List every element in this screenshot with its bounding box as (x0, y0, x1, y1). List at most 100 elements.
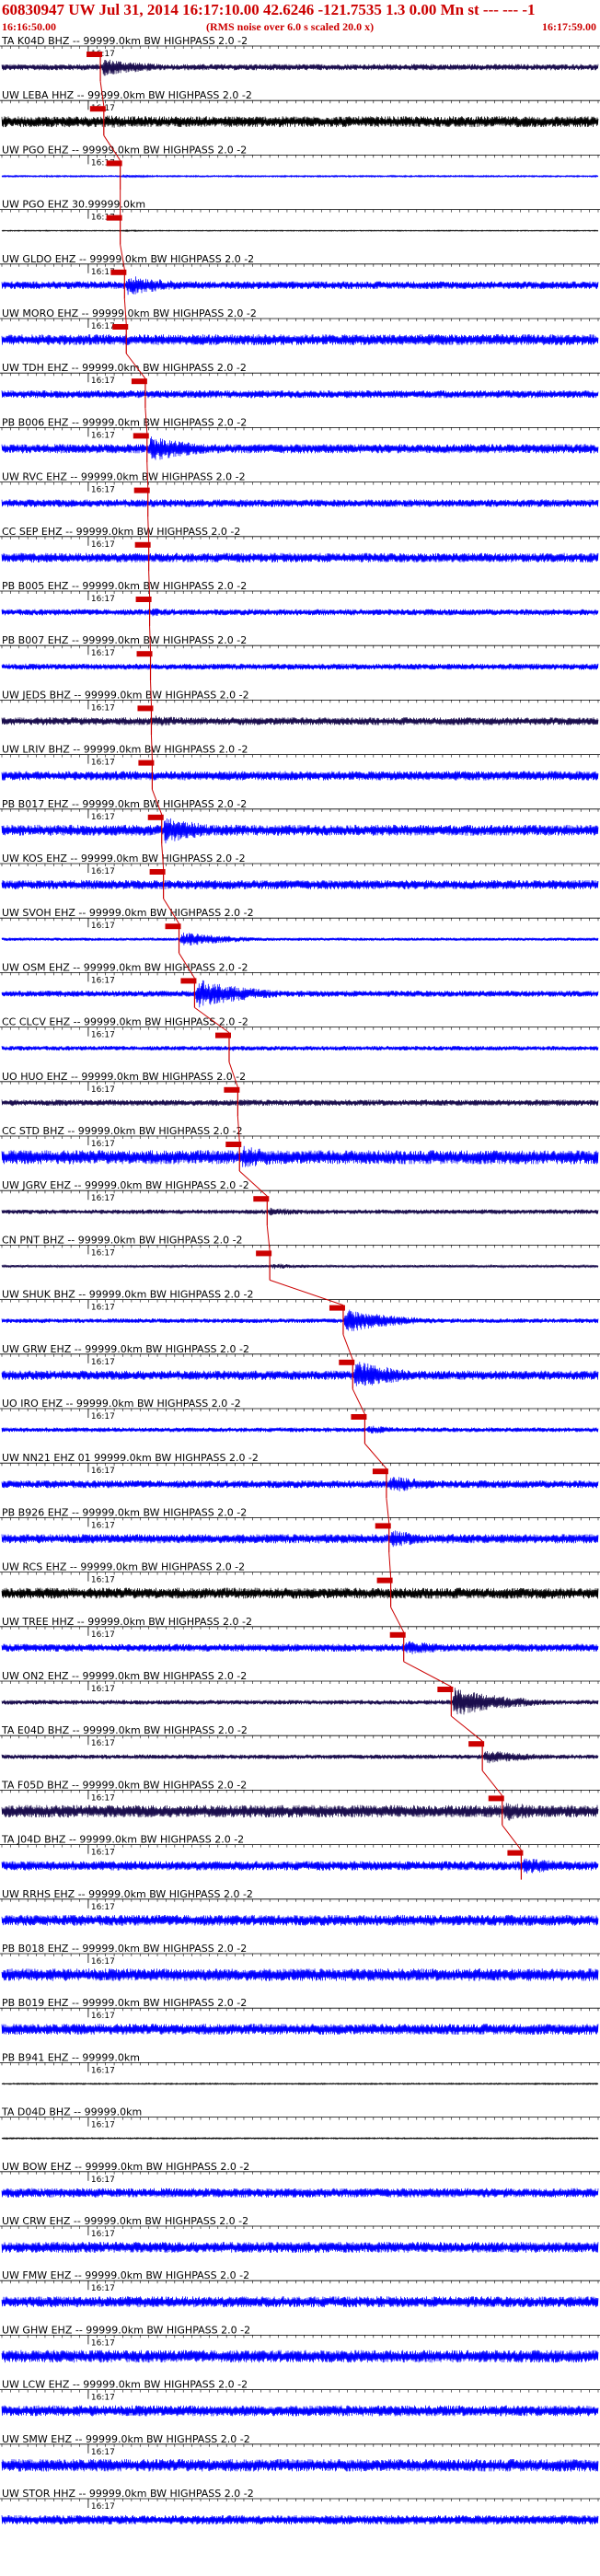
trace-34: 16:17 TA J04D BHZ -- 99999.0km BW HIGHPAS… (0, 1825, 600, 1880)
trace-41: 16:17 UW CRW EHZ -- 99999.0km BW HIGHPASS… (0, 2215, 600, 2253)
trace-15: 16:17 PB B017 EHZ -- 99999.0km BW HIGHPAS… (0, 789, 600, 844)
trace-label: TA J04D BHZ -- 99999.0km BW HIGHPASS 2.0… (1, 1834, 244, 1846)
minute-tick-label: 16:17 (91, 540, 115, 550)
minute-tick-label: 16:17 (91, 867, 115, 876)
moveout-line (150, 680, 152, 706)
minute-tick-label: 16:17 (91, 1140, 115, 1149)
minute-tick-label: 16:17 (91, 1630, 115, 1640)
waveform (1, 1858, 599, 1874)
trace-10: 16:17 CC SEP EHZ -- 99999.0km BW HIGHPASS… (0, 516, 600, 572)
minute-tick-label: 16:17 (91, 1685, 115, 1694)
minute-tick-label: 16:17 (91, 431, 115, 440)
trace-11: 16:17 PB B005 EHZ -- 99999.0km BW HIGHPAS… (0, 571, 600, 626)
trace-label: CN PNT BHZ -- 99999.0km BW HIGHPASS 2.0 … (2, 1234, 243, 1246)
waveform (1, 334, 599, 345)
trace-label: UW RRHS EHZ -- 99999.0km BW HIGHPASS 2.0… (2, 1888, 253, 1900)
minute-tick-label: 16:17 (91, 1085, 115, 1095)
minute-tick-label: 16:17 (91, 377, 115, 386)
trace-18: 16:17 UW OSM EHZ -- 99999.0km BW HIGHPASS… (0, 952, 600, 1008)
trace-label: TA D04D BHZ -- 99999.0km (1, 2106, 142, 2118)
trace-label: TA E04D BHZ -- 99999.0km BW HIGHPASS 2.0… (1, 1724, 248, 1736)
trace-label: UW BOW EHZ -- 99999.0km BW HIGHPASS 2.0 … (2, 2161, 249, 2173)
trace-label: UW TREE HHZ -- 99999.0km BW HIGHPASS 2.0… (2, 1616, 252, 1628)
event-title: 60830947 UW Jul 31, 2014 16:17:10.00 42.… (2, 1, 536, 18)
waveform (1, 879, 599, 890)
minute-tick-label: 16:17 (91, 1521, 115, 1530)
trace-42: 16:17 UW FMW EHZ -- 99999.0km BW HIGHPASS… (0, 2269, 600, 2308)
trace-label: PB B018 EHZ -- 99999.0km BW HIGHPASS 2.0… (2, 1943, 247, 1955)
waveform (1, 1099, 599, 1107)
trace-label: UW JGRV EHZ -- 99999.0km BW HIGHPASS 2.0… (2, 1179, 249, 1191)
minute-tick-label: 16:17 (91, 1467, 115, 1476)
waveform (1, 552, 599, 563)
moveout-line (147, 516, 150, 542)
trace-35: 16:17 UW RRHS EHZ -- 99999.0km BW HIGHPAS… (0, 1888, 600, 1926)
plot-header: 60830947 UW Jul 31, 2014 16:17:10.00 42.… (0, 0, 600, 37)
trace-26: 16:17 UO IRO EHZ -- 99999.0km BW HIGHPASS… (0, 1388, 600, 1444)
minute-tick-label: 16:17 (91, 2230, 115, 2239)
minute-tick-label: 16:17 (91, 1957, 115, 1967)
waveform (1, 1145, 599, 1167)
waveform (1, 499, 599, 508)
waveform (1, 818, 599, 844)
trace-24: 16:17 UW SHUK BHZ -- 99999.0km BW HIGHPAS… (0, 1279, 600, 1335)
waveform (1, 2296, 599, 2308)
trace-46: 16:17 UW STOR HHZ -- 99999.0km BW HIGHPAS… (0, 2488, 600, 2525)
waveform (1, 663, 599, 670)
trace-36: 16:17 PB B018 EHZ -- 99999.0km BW HIGHPAS… (0, 1943, 600, 1981)
minute-tick-label: 16:17 (91, 813, 115, 822)
trace-label: UW CRW EHZ -- 99999.0km BW HIGHPASS 2.0 … (2, 2215, 248, 2227)
trace-6: 16:17 UW MORO EHZ -- 99999.0km BW HIGHPAS… (0, 298, 600, 354)
trace-29: 16:17 UW RCS EHZ -- 99999.0km BW HIGHPASS… (0, 1552, 600, 1607)
start-time-label: 16:16:50.00 (2, 20, 56, 33)
moveout-line (388, 1552, 392, 1578)
minute-tick-label: 16:17 (91, 2066, 115, 2075)
trace-5: 16:17UW GLDO EHZ -- 99999.0km BW HIGHPAS… (0, 244, 600, 299)
waveform (1, 2136, 599, 2141)
trace-label: UW LCW EHZ -- 99999.0km BW HIGHPASS 2.0 … (2, 2379, 248, 2391)
waveform (1, 1914, 599, 1926)
waveform (1, 1309, 599, 1331)
trace-label: UW PGO EHZ 30.99999.0km (2, 199, 145, 211)
trace-7: 16:17 UW TDH EHZ -- 99999.0km BW HIGHPASS… (0, 353, 600, 409)
minute-tick-label: 16:17 (91, 649, 115, 658)
trace-14: 16:17 UW LRIV BHZ -- 99999.0km BW HIGHPAS… (0, 735, 600, 790)
minute-tick-label: 16:17 (91, 2502, 115, 2512)
waveform (1, 2405, 599, 2417)
waveform (1, 389, 599, 399)
minute-tick-label: 16:17 (91, 1304, 115, 1313)
minute-tick-label: 16:17 (91, 976, 115, 985)
moveout-line (451, 1715, 483, 1742)
trace-43: 16:17 UW GHW EHZ -- 99999.0km BW HIGHPASS… (0, 2324, 600, 2363)
minute-tick-label: 16:17 (91, 2176, 115, 2185)
waveform (1, 1045, 599, 1051)
waveform (1, 715, 599, 726)
trace-label: UW GRW EHZ -- 99999.0km BW HIGHPASS 2.0 … (2, 1343, 249, 1355)
moveout-line (352, 1388, 365, 1415)
trace-label: PB B007 EHZ -- 99999.0km BW HIGHPASS 2.0… (2, 634, 247, 646)
moveout-line (266, 1225, 271, 1251)
trace-17: 16:17 UW SVOH EHZ -- 99999.0km BW HIGHPAS… (0, 898, 600, 954)
trace-label: PB B005 EHZ -- 99999.0km BW HIGHPASS 2.0… (2, 580, 247, 592)
minute-tick-label: 16:17 (91, 2394, 115, 2403)
minute-tick-label: 16:17 (91, 1739, 115, 1748)
trace-label: UW OSM EHZ -- 99999.0km BW HIGHPASS 2.0 … (2, 961, 248, 973)
trace-23: 16:17 CN PNT BHZ -- 99999.0km BW HIGHPASS… (0, 1225, 600, 1281)
trace-19: 16:17 CC CLCV EHZ -- 99999.0km BW HIGHPAS… (0, 1006, 600, 1062)
trace-label: CC CLCV EHZ -- 99999.0km BW HIGHPASS 2.0… (2, 1016, 248, 1028)
minute-tick-label: 16:17 (91, 1903, 115, 1912)
waveform (1, 276, 599, 296)
minute-tick-label: 16:17 (91, 2012, 115, 2021)
waveform (1, 173, 599, 179)
waveform (1, 1750, 599, 1764)
trace-label: UW JEDS BHZ -- 99999.0km BW HIGHPASS 2.0… (2, 689, 249, 701)
trace-25: 16:17 UW GRW EHZ -- 99999.0km BW HIGHPASS… (0, 1334, 600, 1389)
moveout-line (150, 735, 153, 760)
trace-label: UW SVOH EHZ -- 99999.0km BW HIGHPASS 2.0… (2, 907, 254, 919)
trace-label: PB B926 EHZ -- 99999.0km BW HIGHPASS 2.0… (2, 1506, 247, 1518)
moveout-line (386, 1498, 390, 1524)
trace-label: UW LEBA HHZ -- 99999.0km BW HIGHPASS 2.0… (2, 89, 252, 101)
trace-label: UW ON2 EHZ -- 99999.0km BW HIGHPASS 2.0 … (2, 1670, 247, 1682)
trace-21: 16:17 CC STD BHZ -- 99999.0km BW HIGHPASS… (0, 1116, 600, 1171)
waveform (1, 1968, 599, 1981)
